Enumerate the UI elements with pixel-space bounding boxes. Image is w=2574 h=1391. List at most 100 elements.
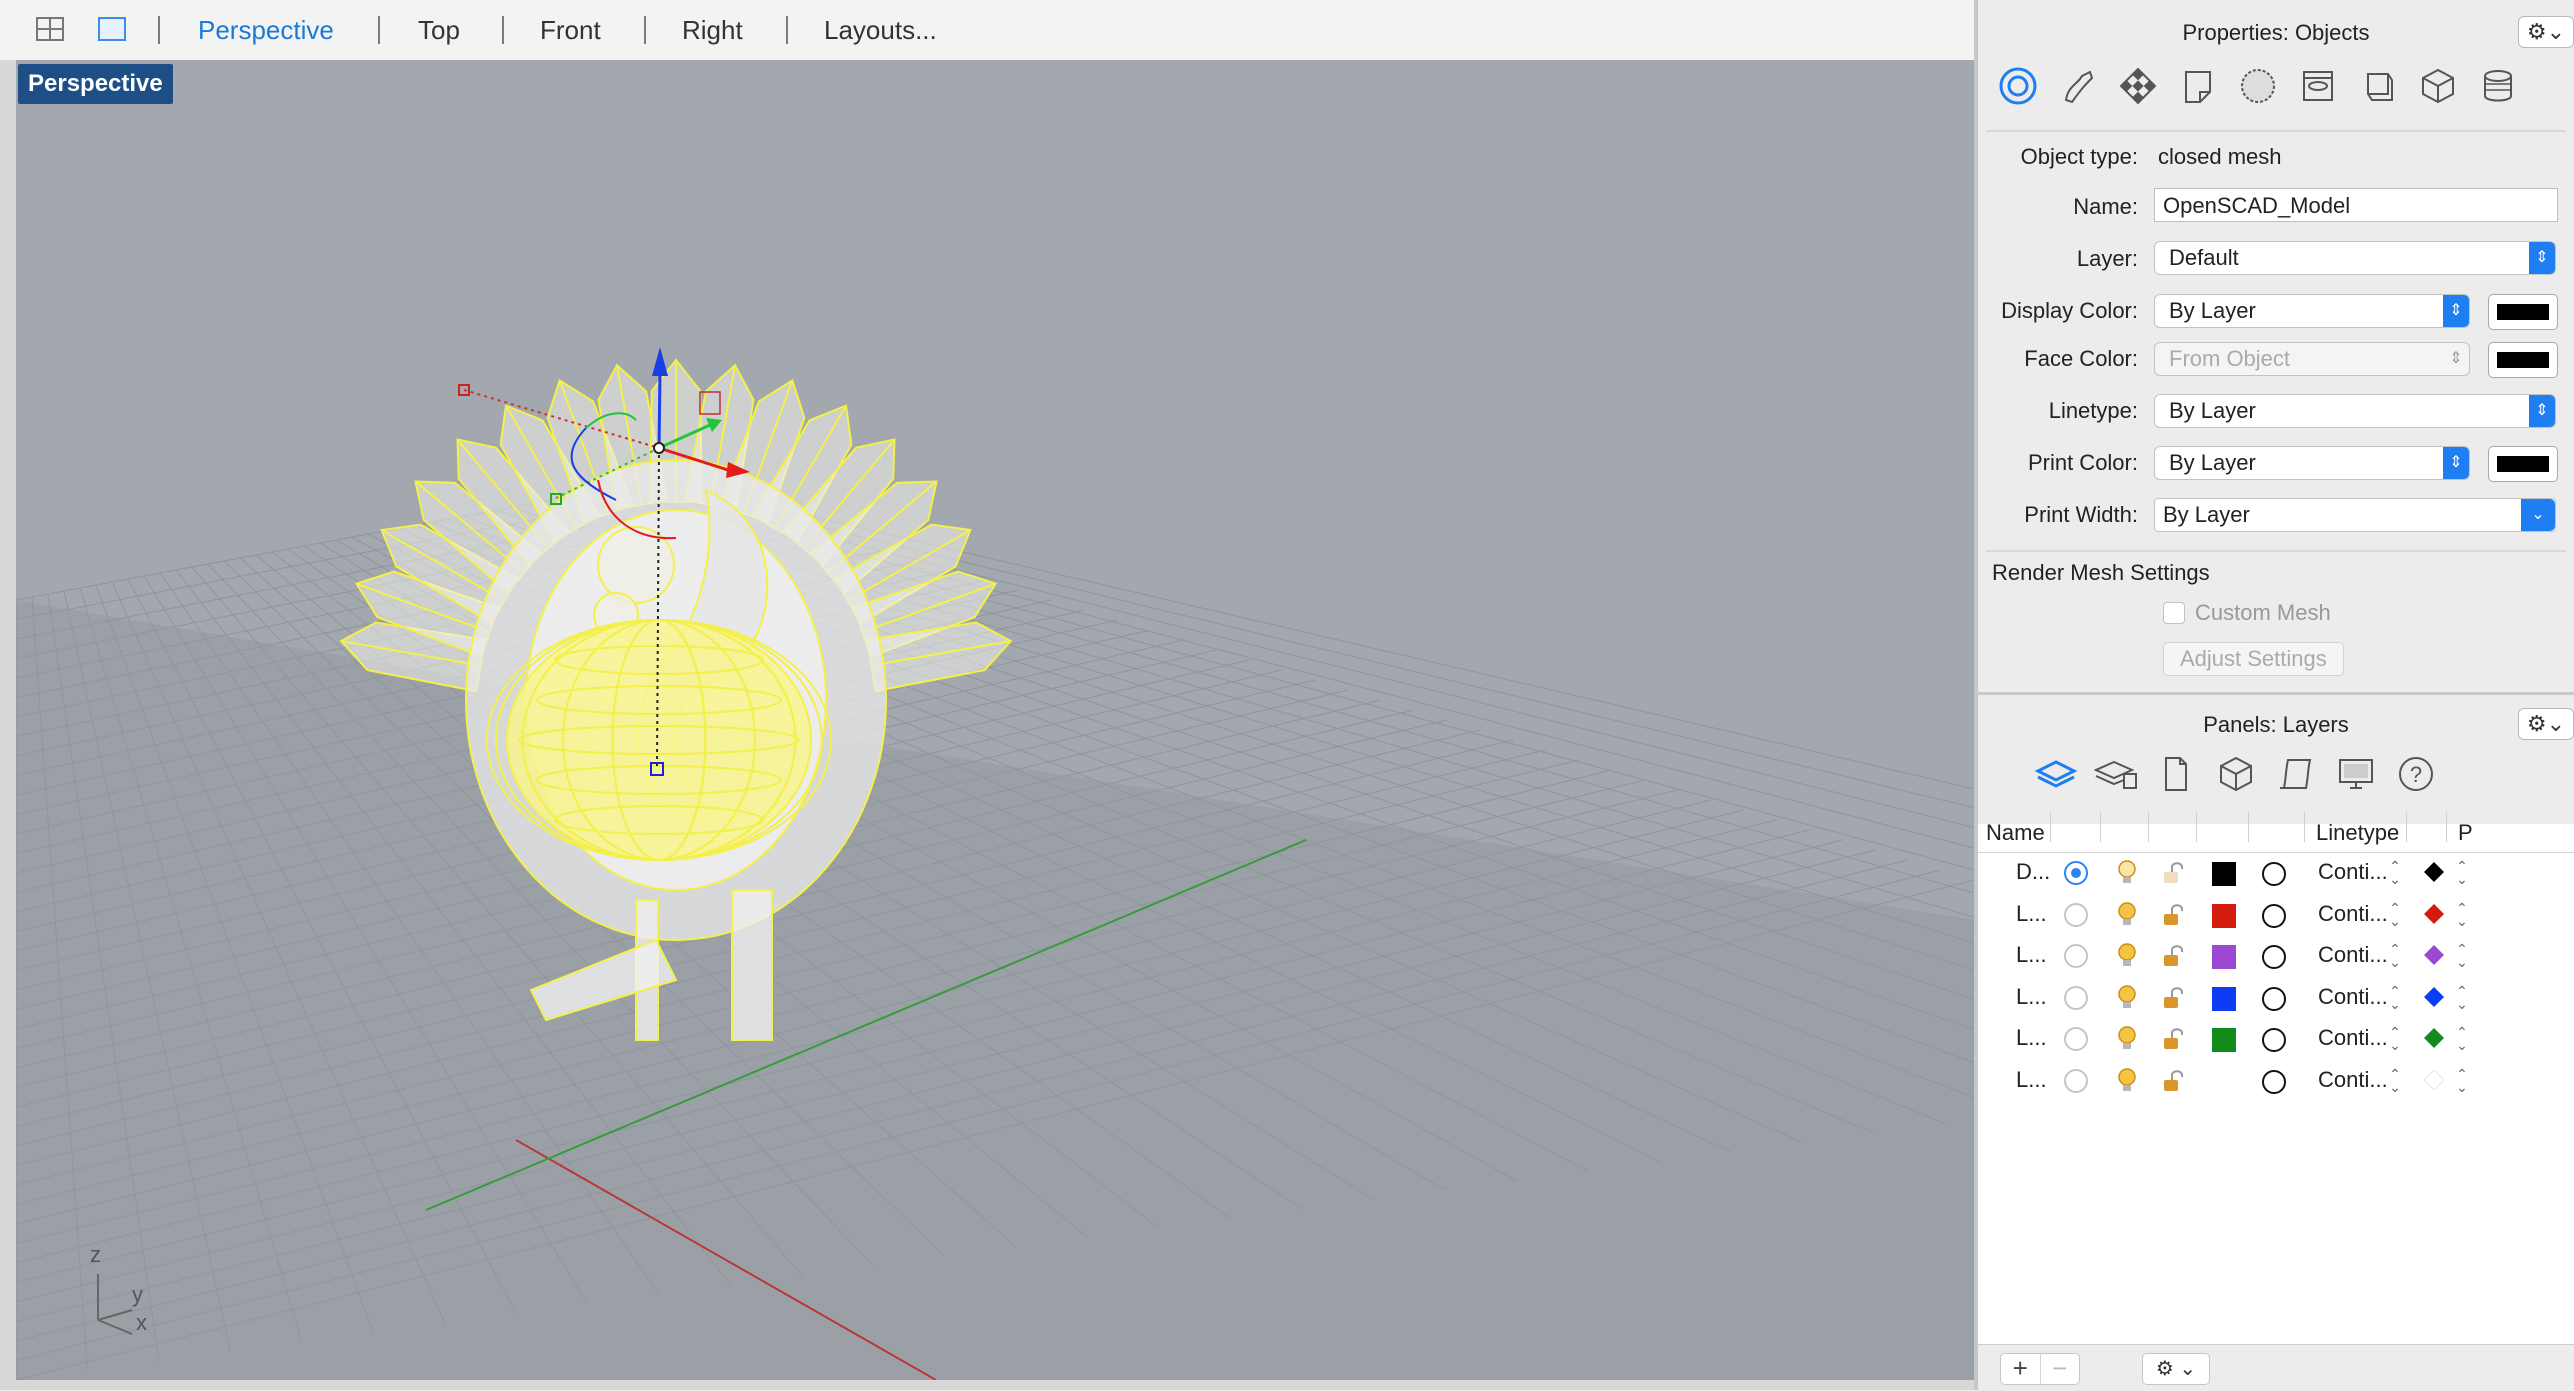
layer-linetype[interactable]: Conti...	[2318, 942, 2388, 968]
column-linetype-header[interactable]: Linetype	[2316, 820, 2399, 846]
print-color-stepper-icon[interactable]: ⌃ ⌄	[2455, 1025, 2469, 1052]
layer-linetype[interactable]: Conti...	[2318, 1025, 2388, 1051]
linetype-stepper-icon[interactable]: ⌃ ⌄	[2388, 859, 2402, 886]
print-color-stepper-icon[interactable]: ⌃ ⌄	[2455, 859, 2469, 886]
linetype-stepper-icon[interactable]: ⌃ ⌄	[2388, 1025, 2402, 1052]
print-color-stepper-icon[interactable]: ⌃ ⌄	[2455, 1067, 2469, 1094]
mapping-icon[interactable]	[2288, 58, 2348, 114]
lightbulb-icon[interactable]	[2114, 901, 2140, 929]
layer-row[interactable]: L... Conti... ⌃ ⌄ ⌃ ⌄	[1978, 981, 2574, 1015]
print-color-diamond[interactable]	[2424, 945, 2444, 965]
layer-row[interactable]: L... Conti... ⌃ ⌄ ⌃ ⌄	[1978, 898, 2574, 932]
lightbulb-icon[interactable]	[2114, 1067, 2140, 1095]
padlock-icon[interactable]	[2160, 860, 2186, 886]
print-color-diamond[interactable]	[2423, 1068, 2445, 1091]
layer-row[interactable]: L... Conti... ⌃ ⌄ ⌃ ⌄	[1978, 1022, 2574, 1056]
layer-options-button[interactable]: ⚙︎ ⌄	[2142, 1353, 2210, 1385]
layer-stack-icon[interactable]	[2468, 58, 2528, 114]
material-circle-icon[interactable]	[2262, 1069, 2286, 1094]
print-color-stepper-icon[interactable]: ⌃ ⌄	[2455, 901, 2469, 928]
layer-name[interactable]: L...	[2016, 984, 2047, 1010]
print-width-combo[interactable]: By Layer ⌄	[2154, 498, 2556, 532]
shadow-icon[interactable]	[2348, 58, 2408, 114]
print-color-stepper-icon[interactable]: ⌃ ⌄	[2455, 984, 2469, 1011]
current-layer-radio[interactable]	[2064, 1068, 2088, 1093]
lightbulb-icon[interactable]	[2114, 984, 2140, 1012]
layer-row[interactable]: L... Conti... ⌃ ⌄ ⌃ ⌄	[1978, 939, 2574, 973]
layer-name[interactable]: L...	[2016, 1025, 2047, 1051]
print-color-swatch[interactable]	[2488, 446, 2558, 482]
linetype-stepper-icon[interactable]: ⌃ ⌄	[2388, 984, 2402, 1011]
grid-layout-icon[interactable]	[34, 14, 66, 44]
decal-icon[interactable]	[2168, 58, 2228, 114]
name-field[interactable]: OpenSCAD_Model	[2154, 188, 2558, 222]
layer-color-swatch[interactable]	[2212, 1028, 2236, 1052]
viewport-label[interactable]: Perspective	[18, 64, 173, 104]
layer-color-swatch[interactable]	[2212, 986, 2236, 1011]
column-name-header[interactable]: Name	[1986, 820, 2045, 846]
print-color-diamond[interactable]	[2424, 986, 2444, 1007]
layer-color-swatch[interactable]	[2212, 945, 2236, 969]
layer-linetype[interactable]: Conti...	[2318, 901, 2388, 927]
linetype-select[interactable]: By Layer ⇕	[2154, 394, 2556, 428]
linetype-stepper-icon[interactable]: ⌃ ⌄	[2388, 901, 2402, 928]
print-color-select[interactable]: By Layer ⇕	[2154, 446, 2470, 480]
layer-row[interactable]: D... Conti... ⌃ ⌄ ⌃ ⌄	[1978, 856, 2574, 890]
layer-name[interactable]: L...	[2016, 1067, 2047, 1093]
material-circle-icon[interactable]	[2262, 1028, 2286, 1052]
print-color-diamond[interactable]	[2424, 1028, 2444, 1048]
cube-icon[interactable]	[2206, 746, 2266, 802]
lightbulb-icon[interactable]	[2114, 1025, 2140, 1053]
layer-select[interactable]: Default ⇕	[2154, 241, 2556, 275]
layer-color-swatch[interactable]	[2212, 1069, 2236, 1094]
remove-layer-button[interactable]: −	[2039, 1354, 2080, 1384]
document-icon[interactable]	[2146, 746, 2206, 802]
tab-perspective[interactable]: Perspective	[198, 14, 334, 46]
scene-canvas[interactable]	[16, 60, 1974, 1380]
layer-linetype[interactable]: Conti...	[2318, 984, 2388, 1010]
block-icon[interactable]	[2408, 58, 2468, 114]
print-color-stepper-icon[interactable]: ⌃ ⌄	[2455, 942, 2469, 969]
tab-right[interactable]: Right	[682, 14, 743, 46]
padlock-icon[interactable]	[2160, 943, 2186, 969]
padlock-icon[interactable]	[2160, 985, 2186, 1011]
linetype-stepper-icon[interactable]: ⌃ ⌄	[2388, 1067, 2402, 1094]
linetype-stepper-icon[interactable]: ⌃ ⌄	[2388, 942, 2402, 969]
column-print-header[interactable]: P	[2458, 820, 2473, 846]
notes-icon[interactable]	[2266, 746, 2326, 802]
help-icon[interactable]: ?	[2386, 746, 2446, 802]
layer-row[interactable]: L... Conti... ⌃ ⌄ ⌃ ⌄	[1978, 1064, 2574, 1098]
curve-icon[interactable]	[2048, 58, 2108, 114]
current-layer-radio[interactable]	[2064, 985, 2088, 1010]
material-icon[interactable]	[2108, 58, 2168, 114]
texture-icon[interactable]	[2228, 58, 2288, 114]
add-layer-button[interactable]: +	[2001, 1354, 2040, 1384]
perspective-viewport[interactable]: Perspective z y x	[16, 60, 1974, 1380]
layer-states-icon[interactable]	[2086, 746, 2146, 802]
layers-icon[interactable]	[2026, 746, 2086, 802]
padlock-icon[interactable]	[2160, 1068, 2186, 1094]
layer-color-swatch[interactable]	[2212, 903, 2236, 928]
material-circle-icon[interactable]	[2262, 986, 2286, 1011]
layer-name[interactable]: L...	[2016, 942, 2047, 968]
current-layer-radio[interactable]	[2064, 902, 2088, 927]
material-circle-icon[interactable]	[2262, 862, 2286, 886]
single-viewport-icon[interactable]	[96, 14, 128, 44]
padlock-icon[interactable]	[2160, 902, 2186, 928]
padlock-icon[interactable]	[2160, 1026, 2186, 1052]
material-circle-icon[interactable]	[2262, 903, 2286, 928]
current-layer-radio[interactable]	[2064, 1027, 2088, 1051]
tab-top[interactable]: Top	[418, 14, 460, 46]
layers-gear-button[interactable]: ⚙︎⌄	[2518, 708, 2574, 740]
panels-divider[interactable]	[1978, 692, 2574, 695]
tab-layouts[interactable]: Layouts...	[824, 14, 937, 46]
display-color-swatch[interactable]	[2488, 294, 2558, 330]
properties-gear-button[interactable]: ⚙︎⌄	[2518, 16, 2574, 48]
display-color-select[interactable]: By Layer ⇕	[2154, 294, 2470, 328]
print-color-diamond[interactable]	[2424, 903, 2444, 924]
object-icon[interactable]	[1988, 58, 2048, 114]
layer-name[interactable]: D...	[2016, 859, 2050, 885]
print-color-diamond[interactable]	[2424, 862, 2444, 882]
lightbulb-icon[interactable]	[2114, 859, 2140, 887]
face-color-swatch[interactable]	[2488, 342, 2558, 378]
